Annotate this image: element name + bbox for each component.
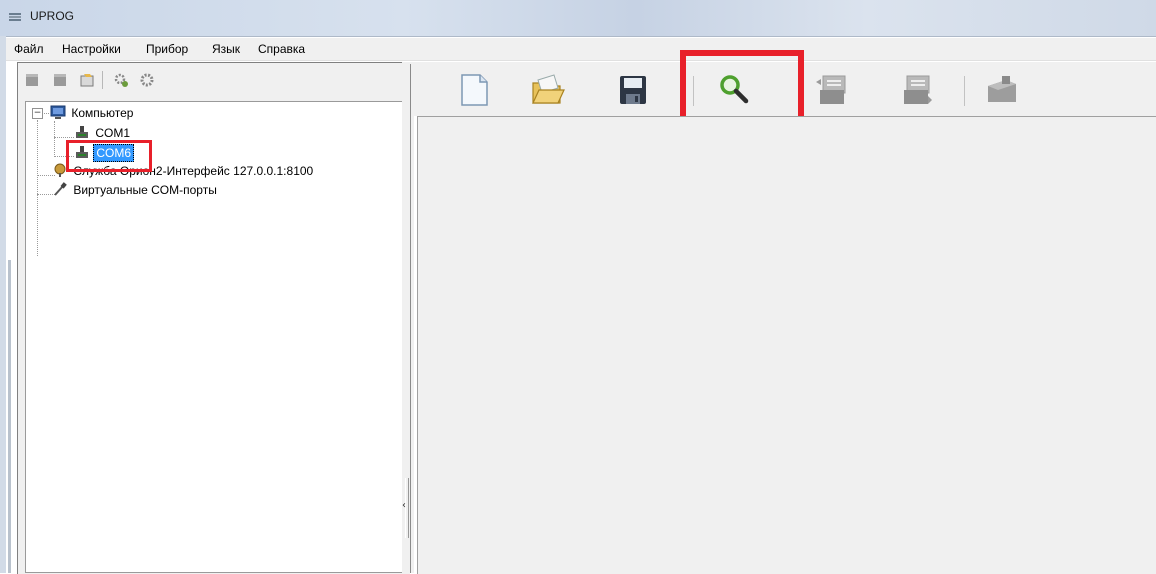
annotation-highlight-com6 xyxy=(66,140,152,172)
properties-icon[interactable] xyxy=(79,72,95,88)
gear-icon[interactable] xyxy=(139,72,155,88)
firmware-icon[interactable] xyxy=(984,72,1020,108)
splitter-line xyxy=(410,64,411,573)
menu-language[interactable]: Язык xyxy=(212,42,240,56)
device-icon[interactable] xyxy=(52,72,68,88)
toolbar-separator xyxy=(102,71,103,89)
write-config-icon[interactable] xyxy=(898,72,934,108)
collapse-arrow-icon[interactable]: ‹ xyxy=(402,500,406,511)
menu-help[interactable]: Справка xyxy=(258,42,305,56)
computer-icon xyxy=(50,105,66,119)
device-icon[interactable] xyxy=(24,72,40,88)
tree-label-computer: Компьютер xyxy=(71,106,134,120)
tree-item-com1[interactable]: COM1 xyxy=(74,125,132,141)
collapse-toggle[interactable]: − xyxy=(32,108,43,119)
tree-toolbar xyxy=(18,63,410,97)
window-frame-left xyxy=(0,36,6,573)
window-frame-shadow xyxy=(8,260,11,573)
menu-device[interactable]: Прибор xyxy=(146,42,188,56)
menu-settings[interactable]: Настройки xyxy=(62,42,121,56)
device-tree-panel: − Компьютер COM1 COM6 Служба Орион2-Инте… xyxy=(17,62,410,574)
open-folder-icon[interactable] xyxy=(530,72,566,108)
plug-icon xyxy=(54,182,67,196)
gear-add-icon[interactable] xyxy=(113,72,129,88)
workspace-area xyxy=(417,116,1156,574)
tree-item-virtual-ports[interactable]: Виртуальные COM-порты xyxy=(52,182,219,198)
title-bar: UPROG xyxy=(0,0,1156,37)
new-file-icon[interactable] xyxy=(456,72,492,108)
menu-bar: Файл Настройки Прибор Язык Справка xyxy=(6,38,1156,61)
port-icon xyxy=(76,126,88,138)
tree-connector xyxy=(37,120,38,256)
tree-label-virtual-ports: Виртуальные COM-порты xyxy=(73,183,217,197)
toolbar-separator xyxy=(964,76,965,106)
save-icon[interactable] xyxy=(615,72,651,108)
read-config-icon[interactable] xyxy=(814,72,850,108)
menu-file[interactable]: Файл xyxy=(14,42,44,56)
app-icon xyxy=(9,13,21,21)
tree-connector xyxy=(54,137,74,138)
tree-connector xyxy=(54,121,55,157)
tree-label-com1: COM1 xyxy=(95,126,131,140)
window-title: UPROG xyxy=(30,9,75,23)
tree-item-computer[interactable]: Компьютер xyxy=(50,105,135,121)
